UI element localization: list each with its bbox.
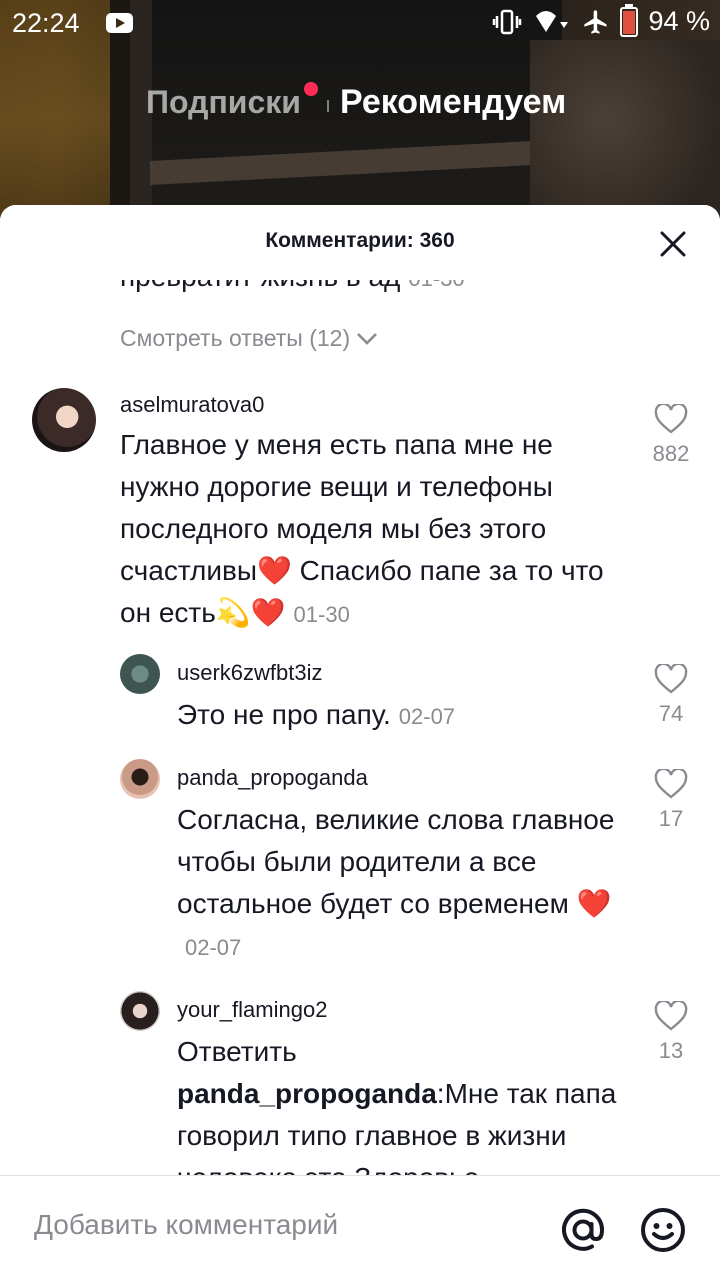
wifi-icon xyxy=(536,10,569,32)
comments-sheet: превратит жизнь в ад01-30 Смотреть ответ… xyxy=(0,205,720,1280)
like-button[interactable]: 74 xyxy=(641,662,701,727)
comments-header: Комментарии: 360 xyxy=(0,205,720,280)
reply-item: your_flamingo2 Ответить panda_propoganda… xyxy=(0,987,720,1175)
comments-list[interactable]: превратит жизнь в ад01-30 Смотреть ответ… xyxy=(0,205,720,1175)
like-count: 74 xyxy=(658,701,684,726)
comment-input[interactable] xyxy=(32,1208,536,1242)
comment-body: Это не про папу. xyxy=(177,699,391,730)
avatar[interactable] xyxy=(120,759,160,799)
like-count: 882 xyxy=(652,441,690,466)
avatar[interactable] xyxy=(32,388,96,452)
comment-text: Главное у меня есть папа мне не нужно до… xyxy=(120,424,610,636)
comment-body: Главное у меня есть папа мне не нужно до… xyxy=(120,429,604,628)
heart-icon xyxy=(654,767,688,799)
youtube-notification-icon xyxy=(106,13,133,33)
avatar[interactable] xyxy=(120,991,160,1031)
comment-username[interactable]: panda_propoganda xyxy=(177,765,368,791)
comment-text: Ответить panda_propoganda:Мне так папа г… xyxy=(177,1031,617,1175)
comment-text: Это не про папу. 02-07 xyxy=(177,694,617,738)
close-icon xyxy=(660,231,686,257)
status-bar: 22:24 94 % xyxy=(0,0,720,50)
like-button[interactable]: 17 xyxy=(641,767,701,832)
tab-separator xyxy=(327,100,329,112)
like-button[interactable]: 882 xyxy=(641,402,701,467)
tab-for-you[interactable]: Рекомендуем xyxy=(340,83,566,122)
emoji-icon xyxy=(641,1208,685,1252)
emoji-button[interactable] xyxy=(639,1206,687,1254)
comment-date: 01-30 xyxy=(293,602,350,627)
view-replies-button[interactable]: Смотреть ответы (12) xyxy=(120,325,378,352)
like-count: 17 xyxy=(658,806,684,831)
reply-prefix: Ответить xyxy=(177,1036,297,1067)
heart-icon xyxy=(654,662,688,694)
comment-username[interactable]: your_flamingo2 xyxy=(177,997,327,1023)
battery-percent: 94 % xyxy=(648,6,710,36)
feed-tabs: Подписки Рекомендуем xyxy=(0,80,720,130)
comment-input-bar xyxy=(0,1175,720,1280)
view-replies-label: Смотреть ответы (12) xyxy=(120,325,351,351)
like-count: 13 xyxy=(658,1038,684,1063)
reply-item: panda_propoganda Согласна, великие слова… xyxy=(0,755,720,965)
status-icons: 94 % xyxy=(492,3,710,37)
comment-text: Согласна, великие слова главное чтобы бы… xyxy=(177,799,637,969)
like-button[interactable]: 13 xyxy=(641,999,701,1064)
comment-date: 02-07 xyxy=(398,704,456,729)
heart-icon xyxy=(654,999,688,1031)
reply-to-username[interactable]: panda_propoganda xyxy=(177,1078,437,1109)
close-button[interactable] xyxy=(658,229,688,259)
reply-colon: : xyxy=(436,1078,445,1109)
comment-username[interactable]: userk6zwfbt3iz xyxy=(177,660,323,686)
comment-body: Согласна, великие слова главное чтобы бы… xyxy=(177,804,615,919)
at-icon xyxy=(562,1208,605,1251)
reply-item: userk6zwfbt3iz Это не про папу. 02-07 74 xyxy=(0,650,720,740)
chevron-down-icon xyxy=(357,332,378,345)
comments-title: Комментарии: 360 xyxy=(265,229,455,252)
tab-following[interactable]: Подписки xyxy=(146,84,301,121)
airplane-mode-icon xyxy=(584,9,607,34)
comment-item: aselmuratova0 Главное у меня есть папа м… xyxy=(0,380,720,640)
new-content-dot xyxy=(304,82,318,96)
avatar[interactable] xyxy=(120,654,160,694)
battery-icon xyxy=(620,3,639,37)
comment-username[interactable]: aselmuratova0 xyxy=(120,392,264,418)
status-time: 22:24 xyxy=(12,8,80,38)
mention-button[interactable] xyxy=(559,1206,607,1254)
heart-icon xyxy=(654,402,688,434)
vibrate-icon xyxy=(493,9,522,34)
comment-date: 02-07 xyxy=(185,935,242,960)
